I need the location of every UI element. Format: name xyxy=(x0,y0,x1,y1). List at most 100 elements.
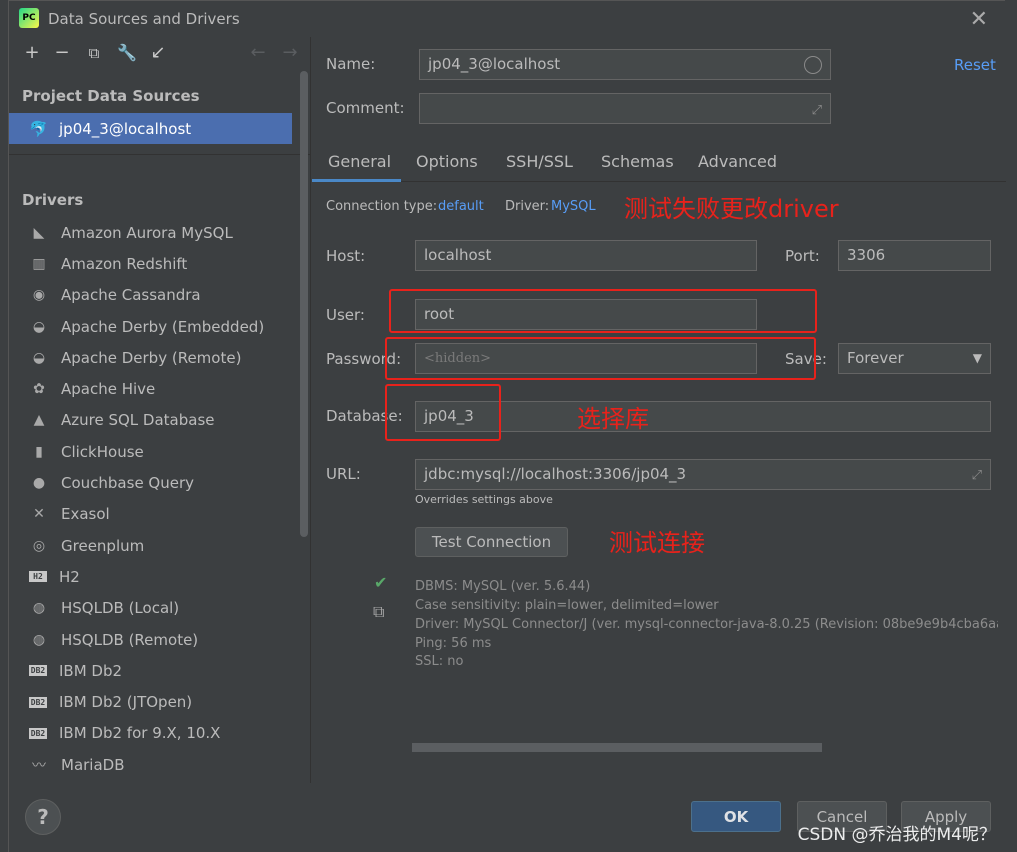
tab-advanced[interactable]: Advanced xyxy=(698,152,777,171)
driver-item[interactable]: ▥ Amazon Redshift xyxy=(9,248,299,279)
check-icon: ✔ xyxy=(374,573,388,592)
exasol-icon: ✕ xyxy=(33,506,45,523)
annotation-user-box xyxy=(389,289,817,333)
tab-bar: General Options SSH/SSL Schemas Advanced xyxy=(312,146,1006,182)
pycharm-logo-icon: PC xyxy=(19,8,39,28)
wrench-icon[interactable]: 🔧 xyxy=(116,42,138,64)
user-label: User: xyxy=(326,306,365,324)
db2-icon: DB2 xyxy=(29,696,47,708)
comment-label: Comment: xyxy=(326,99,405,117)
url-hint: Overrides settings above xyxy=(415,493,553,506)
mysql-dolphin-icon: 🐬 xyxy=(29,119,48,138)
chevron-down-icon: ▼ xyxy=(972,351,982,365)
annotation-test-note: 测试连接 xyxy=(609,529,705,557)
driver-item[interactable]: ◒ Apache Derby (Remote) xyxy=(9,342,299,373)
tab-ssh-ssl[interactable]: SSH/SSL xyxy=(506,152,573,171)
redshift-icon: ▥ xyxy=(32,255,46,272)
driver-item[interactable]: DB2 IBM Db2 xyxy=(9,655,299,686)
tab-schemas[interactable]: Schemas xyxy=(601,152,674,171)
data-source-item-selected[interactable]: 🐬 jp04_3@localhost xyxy=(9,113,292,144)
copy-icon[interactable]: ⧉ xyxy=(373,602,384,622)
port-input[interactable]: 3306 xyxy=(838,240,991,271)
host-input[interactable]: localhost xyxy=(415,240,757,271)
duplicate-icon[interactable]: ⧉ xyxy=(83,42,105,64)
tab-general[interactable]: General xyxy=(328,152,391,171)
help-button[interactable]: ? xyxy=(25,799,61,835)
driver-item[interactable]: ▮ ClickHouse xyxy=(9,436,299,467)
url-input[interactable]: jdbc:mysql://localhost:3306/jp04_3 ⤢ xyxy=(415,459,991,490)
comment-input[interactable]: ⤢ xyxy=(419,93,831,124)
active-tab-indicator xyxy=(312,179,401,182)
derby-icon: ◒ xyxy=(32,349,46,366)
status-dbms: DBMS: MySQL (ver. 5.6.44) xyxy=(415,579,591,594)
connection-type-link[interactable]: default xyxy=(438,199,484,214)
annotation-database-note: 选择库 xyxy=(577,405,649,433)
forward-arrow-icon[interactable]: → xyxy=(279,42,301,64)
cassandra-icon: ◉ xyxy=(32,287,46,304)
expand-icon[interactable]: ⤢ xyxy=(972,461,982,489)
driver-item[interactable]: ● Couchbase Query xyxy=(9,467,299,498)
annotation-driver-note: 测试失败更改driver xyxy=(624,195,839,223)
name-input[interactable]: jp04_3@localhost xyxy=(419,49,831,80)
driver-label: Driver: xyxy=(505,199,550,214)
driver-item[interactable]: ◒ Apache Derby (Embedded) xyxy=(9,311,299,342)
db2-icon: DB2 xyxy=(29,665,47,677)
connection-type-label: Connection type: xyxy=(326,199,438,214)
left-pane: + − ⧉ 🔧 ↙ ← → Project Data Sources 🐬 jp0… xyxy=(9,37,311,783)
tab-options[interactable]: Options xyxy=(416,152,478,171)
color-circle-icon[interactable] xyxy=(804,56,822,74)
save-dropdown[interactable]: Forever ▼ xyxy=(838,343,991,374)
data-source-label: jp04_3@localhost xyxy=(59,119,192,138)
reset-link[interactable]: Reset xyxy=(954,56,996,74)
ok-button[interactable]: OK xyxy=(691,801,781,832)
close-icon[interactable]: ✕ xyxy=(970,7,988,32)
title-bar: PC Data Sources and Drivers ✕ xyxy=(9,1,1006,37)
expand-icon[interactable]: ⤢ xyxy=(812,96,822,123)
url-label: URL: xyxy=(326,465,361,483)
database-input[interactable]: jp04_3 xyxy=(415,401,991,432)
name-label: Name: xyxy=(326,55,376,73)
left-toolbar: + − ⧉ 🔧 ↙ ← → xyxy=(9,37,311,71)
window-title: Data Sources and Drivers xyxy=(48,10,240,28)
driver-item[interactable]: ✿ Apache Hive xyxy=(9,373,299,404)
port-label: Port: xyxy=(785,247,820,265)
back-arrow-icon[interactable]: ← xyxy=(247,42,269,64)
driver-item[interactable]: ◣ Amazon Aurora MySQL xyxy=(9,217,299,248)
left-scrollbar[interactable] xyxy=(300,71,308,537)
status-driver: Driver: MySQL Connector/J (ver. mysql-co… xyxy=(415,617,998,632)
driver-item[interactable]: ✕ Exasol xyxy=(9,499,299,530)
remove-icon[interactable]: − xyxy=(51,42,73,64)
driver-item[interactable]: ◍ HSQLDB (Remote) xyxy=(9,624,299,655)
project-data-sources-heading: Project Data Sources xyxy=(22,87,200,105)
drivers-heading: Drivers xyxy=(22,191,84,209)
driver-item[interactable]: H2 H2 xyxy=(9,561,299,592)
driver-item[interactable]: ◉ Apache Cassandra xyxy=(9,280,299,311)
driver-item[interactable]: ◍ HSQLDB (Local) xyxy=(9,593,299,624)
annotation-password-box xyxy=(385,337,816,380)
db2-icon: DB2 xyxy=(29,727,47,739)
add-icon[interactable]: + xyxy=(21,42,43,64)
horizontal-scrollbar[interactable] xyxy=(412,743,822,752)
driver-item[interactable]: DB2 IBM Db2 for 9.X, 10.X xyxy=(9,718,299,749)
test-connection-button[interactable]: Test Connection xyxy=(415,527,568,557)
hsqldb-icon: ◍ xyxy=(32,600,46,617)
import-icon[interactable]: ↙ xyxy=(147,42,169,64)
divider xyxy=(9,154,311,155)
driver-item[interactable]: 〰 MariaDB xyxy=(9,749,299,780)
h2-icon: H2 xyxy=(29,571,47,583)
driver-link[interactable]: MySQL xyxy=(551,199,596,214)
driver-item[interactable]: ◎ Greenplum xyxy=(9,530,299,561)
status-case: Case sensitivity: plain=lower, delimited… xyxy=(415,598,719,613)
aurora-icon: ◣ xyxy=(33,224,45,241)
clickhouse-icon: ▮ xyxy=(35,443,43,460)
status-ping: Ping: 56 ms xyxy=(415,636,492,651)
data-sources-dialog: PC Data Sources and Drivers ✕ + − ⧉ 🔧 ↙ … xyxy=(8,0,1006,852)
driver-list: ◣ Amazon Aurora MySQL ▥ Amazon Redshift ◉ A… xyxy=(9,217,299,780)
ide-background-right xyxy=(1005,0,1017,852)
hsqldb-icon: ◍ xyxy=(32,631,46,648)
derby-icon: ◒ xyxy=(32,318,46,335)
mariadb-icon: 〰 xyxy=(32,757,46,774)
greenplum-icon: ◎ xyxy=(32,537,46,554)
driver-item[interactable]: ▲ Azure SQL Database xyxy=(9,405,299,436)
driver-item[interactable]: DB2 IBM Db2 (JTOpen) xyxy=(9,686,299,717)
